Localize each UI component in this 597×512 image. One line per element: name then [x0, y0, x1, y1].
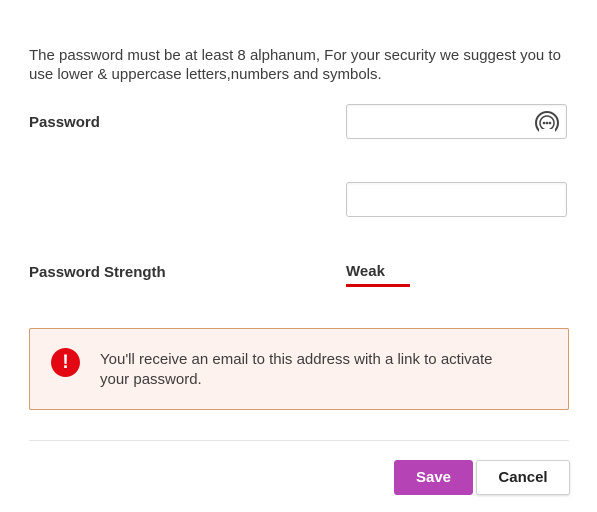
- divider: [29, 440, 569, 441]
- save-button[interactable]: Save: [394, 460, 473, 495]
- password-field[interactable]: [346, 104, 567, 139]
- cancel-button[interactable]: Cancel: [476, 460, 570, 495]
- password-strength-bar: [346, 284, 410, 287]
- password-input[interactable]: [355, 106, 535, 137]
- alert-message: You'll receive an email to this address …: [100, 351, 493, 388]
- password-manager-icon[interactable]: [534, 110, 560, 136]
- password-requirements-text: The password must be at least 8 alphanum…: [29, 47, 561, 83]
- password-strength-label: Password Strength: [29, 264, 166, 281]
- info-alert: ! You'll receive an email to this addres…: [29, 328, 569, 410]
- confirm-password-input[interactable]: [355, 184, 535, 215]
- password-label: Password: [29, 114, 100, 131]
- password-strength-value: Weak: [346, 263, 385, 280]
- error-icon: !: [51, 348, 80, 377]
- confirm-password-field[interactable]: [346, 182, 567, 217]
